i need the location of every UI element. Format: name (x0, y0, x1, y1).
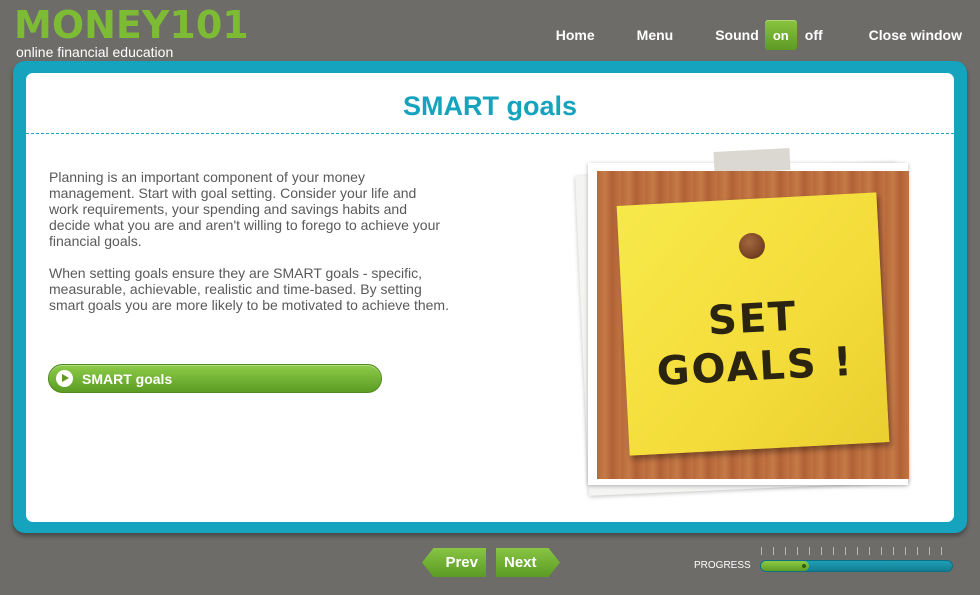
sound-on-toggle[interactable]: on (764, 20, 797, 50)
close-window-link[interactable]: Close window (869, 27, 962, 43)
photo-frame: SET GOALS ! (588, 148, 909, 485)
pushpin-icon (738, 232, 766, 260)
play-icon (56, 370, 73, 387)
menu-link[interactable]: Menu (637, 27, 674, 43)
photo-image: SET GOALS ! (597, 171, 909, 479)
progress-ticks (761, 547, 951, 555)
top-navigation: Home Menu Sound on off Close window (556, 20, 962, 50)
sound-label: Sound (715, 27, 759, 43)
content-frame: SMART goals Planning is an important com… (13, 61, 967, 533)
sticky-note-text: SET GOALS ! (622, 288, 887, 397)
money101-logo: MONEY101 online financial education (14, 6, 249, 60)
prev-button[interactable]: Prev (422, 548, 486, 577)
progress-fill (761, 561, 809, 571)
smart-goals-button-label: SMART goals (82, 370, 173, 387)
body-text: Planning is an important component of yo… (49, 169, 449, 329)
progress-bar (760, 560, 953, 572)
page-title: SMART goals (402, 91, 577, 121)
next-button[interactable]: Next (496, 548, 560, 577)
progress-label: PROGRESS (694, 560, 751, 571)
body-paragraph: Planning is an important component of yo… (49, 169, 441, 249)
body-paragraph: When setting goals ensure they are SMART… (49, 265, 449, 313)
content-panel: SMART goals Planning is an important com… (26, 73, 954, 522)
sticky-note: SET GOALS ! (616, 192, 890, 456)
smart-goals-button[interactable]: SMART goals (48, 364, 382, 393)
set-goals-photo: SET GOALS ! (574, 148, 909, 496)
title-divider (26, 133, 954, 134)
sound-off-toggle[interactable]: off (805, 27, 823, 43)
logo-wordmark: MONEY101 (14, 3, 249, 47)
home-link[interactable]: Home (556, 27, 595, 43)
